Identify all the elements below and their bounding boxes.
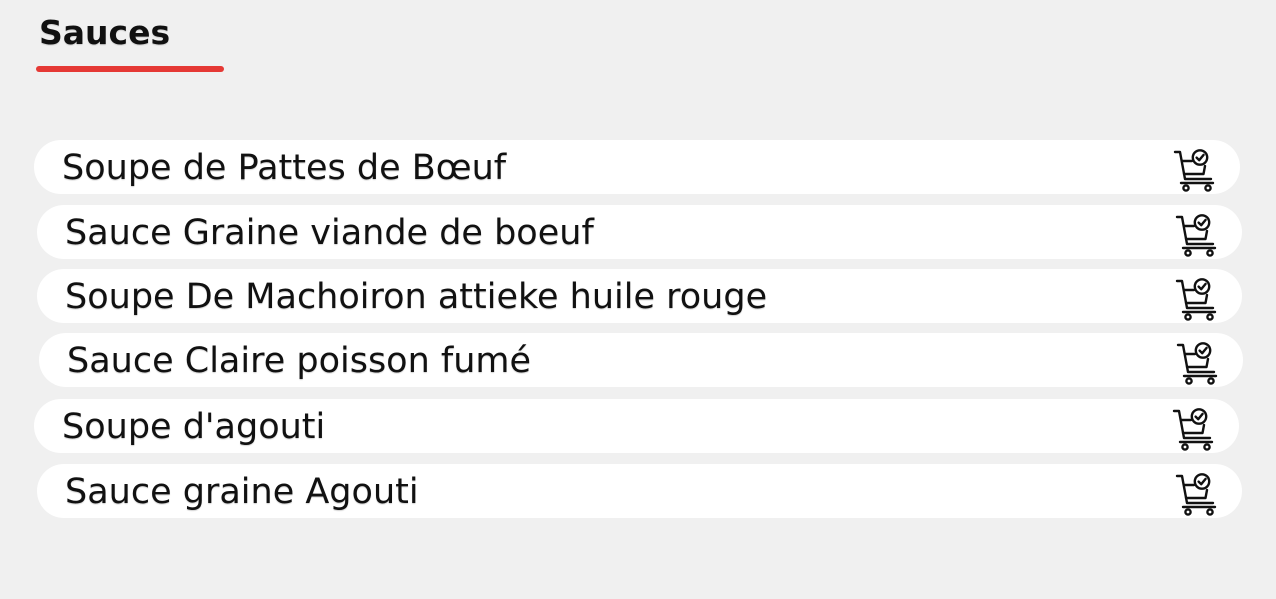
cart-check-icon (1174, 471, 1220, 517)
list-item[interactable]: Sauce Graine viande de boeuf (37, 205, 1242, 259)
list-item[interactable]: Sauce graine Agouti (37, 464, 1242, 518)
item-name: Sauce graine Agouti (65, 472, 419, 512)
list-item[interactable]: Soupe de Pattes de Bœuf (34, 140, 1240, 194)
add-to-cart-button[interactable] (1174, 212, 1220, 258)
item-name: Sauce Claire poisson fumé (67, 341, 532, 381)
add-to-cart-button[interactable] (1174, 471, 1220, 517)
cart-check-icon (1174, 276, 1220, 322)
add-to-cart-button[interactable] (1175, 340, 1221, 386)
item-name: Soupe De Machoiron attieke huile rouge (65, 277, 768, 317)
item-name: Soupe de Pattes de Bœuf (62, 148, 507, 188)
list-item[interactable]: Soupe De Machoiron attieke huile rouge (37, 269, 1242, 323)
item-name: Soupe d'agouti (62, 407, 326, 447)
item-name: Sauce Graine viande de boeuf (65, 213, 594, 253)
cart-check-icon (1174, 212, 1220, 258)
items-list: Soupe de Pattes de Bœuf Sauce Graine via… (0, 0, 1276, 599)
cart-check-icon (1171, 406, 1217, 452)
list-item[interactable]: Sauce Claire poisson fumé (39, 333, 1243, 387)
add-to-cart-button[interactable] (1172, 147, 1218, 193)
cart-check-icon (1175, 340, 1221, 386)
cart-check-icon (1172, 147, 1218, 193)
add-to-cart-button[interactable] (1174, 276, 1220, 322)
list-item[interactable]: Soupe d'agouti (34, 399, 1239, 453)
add-to-cart-button[interactable] (1171, 406, 1217, 452)
